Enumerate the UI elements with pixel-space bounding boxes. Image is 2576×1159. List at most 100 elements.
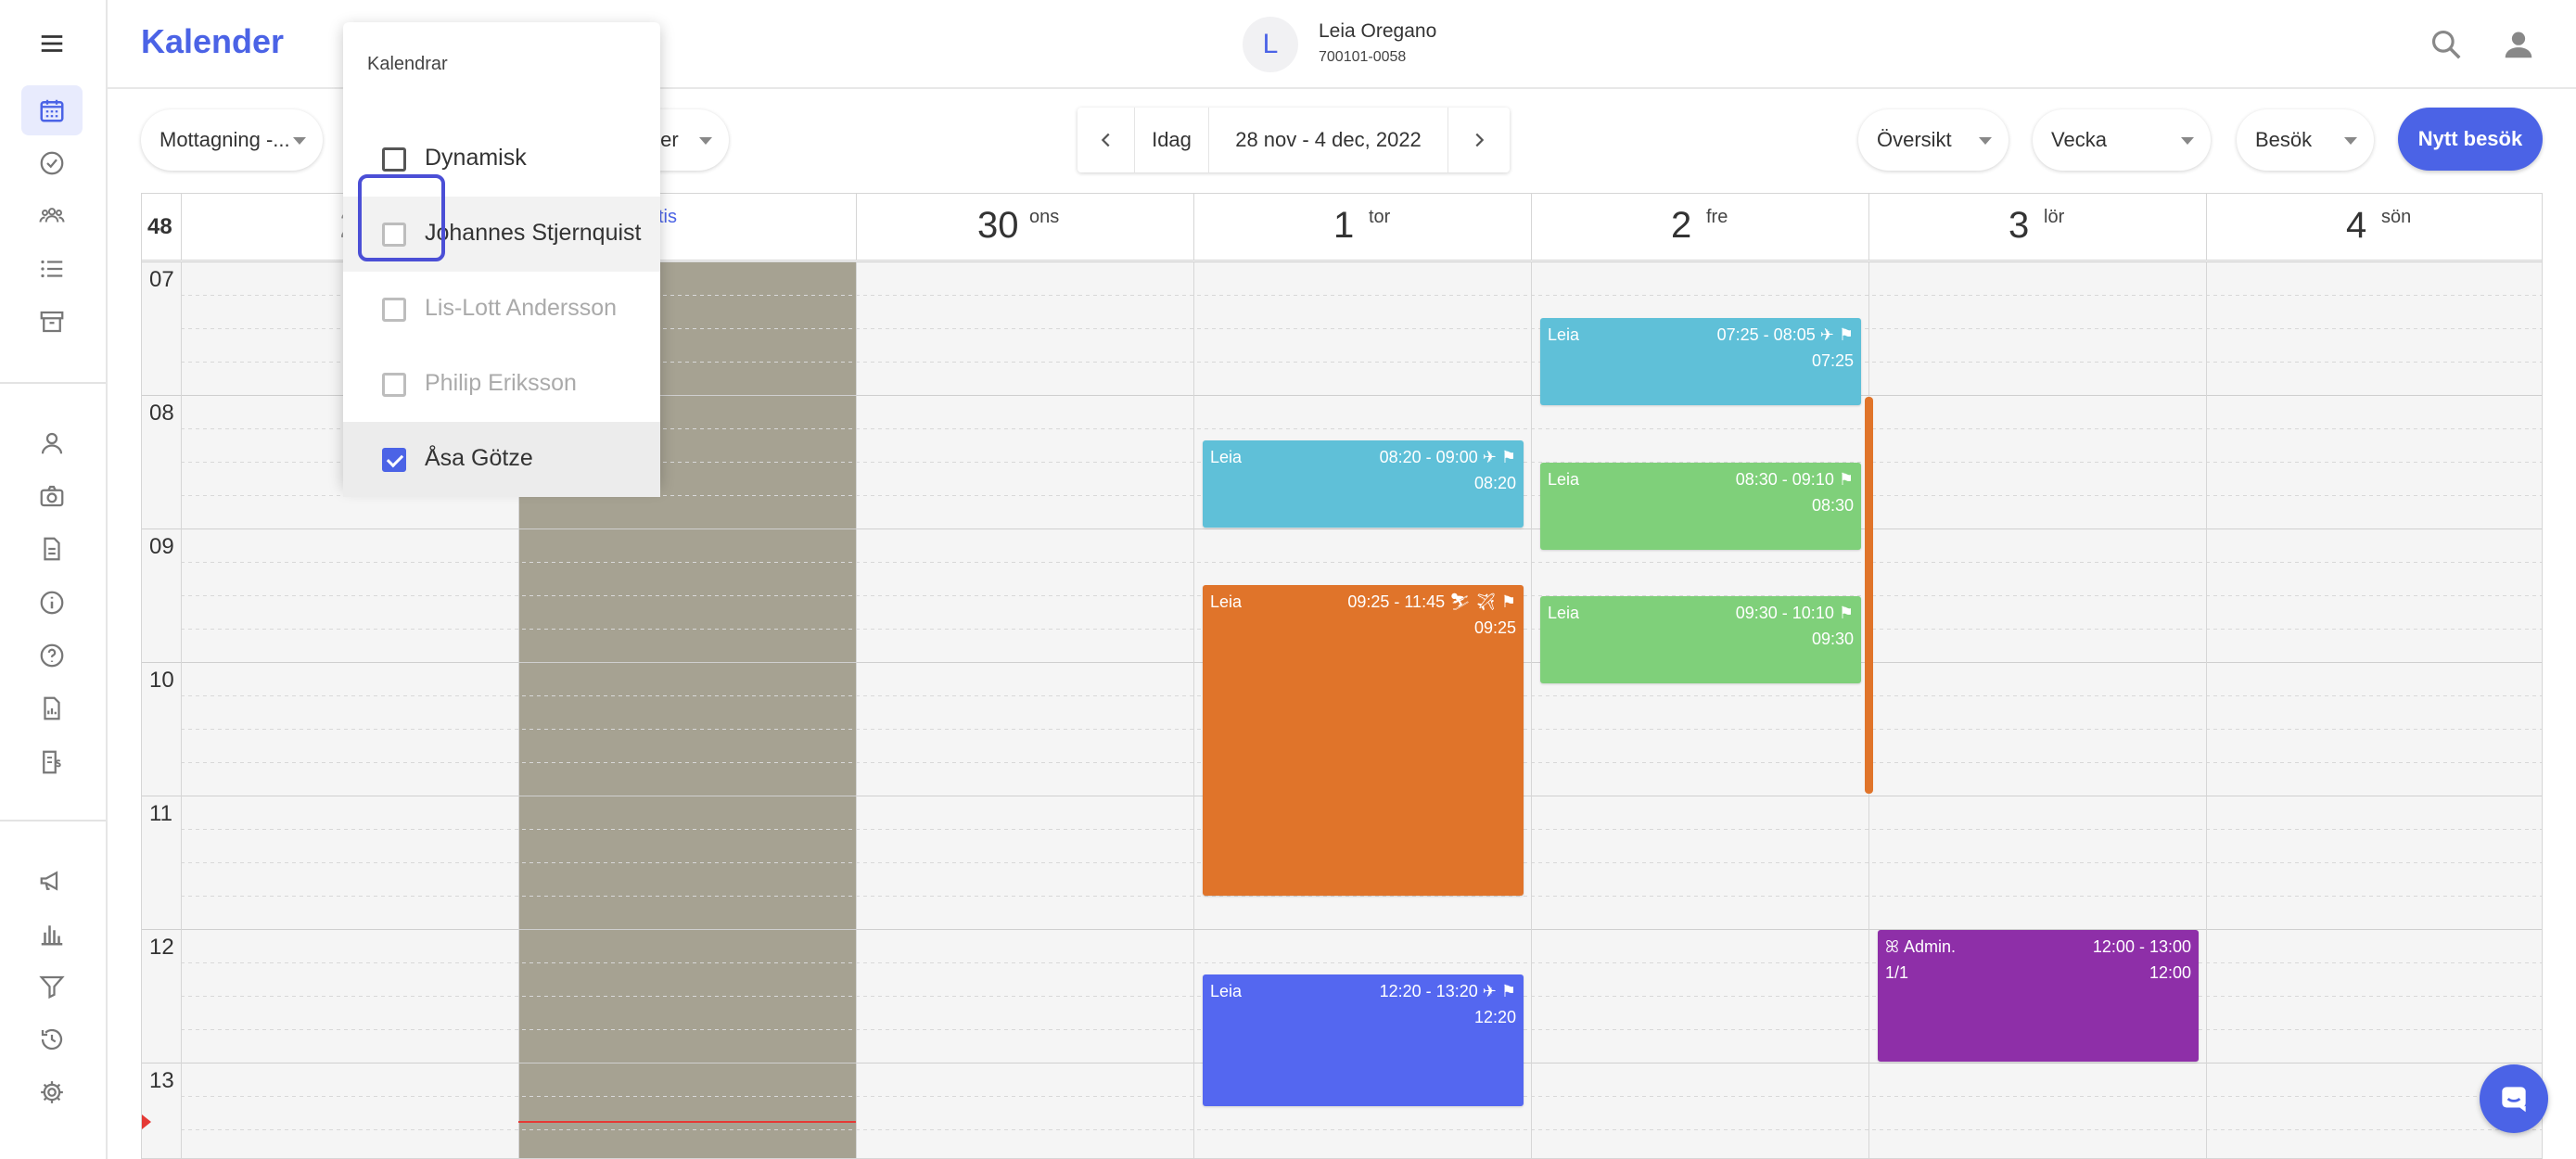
info-icon[interactable] xyxy=(32,582,72,623)
column-line xyxy=(181,261,182,1158)
event-time: 09:25 - 11:45 ⛷ ✈ ⚑ xyxy=(1347,592,1516,612)
day-header-fri[interactable]: 2 fre xyxy=(1531,194,1868,261)
admin-event[interactable]: ꕤ Admin. 12:00 - 13:00 1/1 12:00 xyxy=(1878,930,2199,1062)
event-title: Leia xyxy=(1210,592,1243,611)
search-icon[interactable] xyxy=(2426,24,2467,65)
appointment-event[interactable]: Leia 12:20 - 13:20 ✈ ⚑ 12:20 xyxy=(1203,974,1524,1106)
flag-icon: ⚑ xyxy=(1838,325,1854,344)
calendar-option-label: Åsa Götze xyxy=(425,445,533,471)
event-participants: 1/1 xyxy=(1885,963,1909,982)
day-number: 30 xyxy=(977,205,1019,246)
person-icon[interactable] xyxy=(32,423,72,464)
period-select-value: Vecka xyxy=(2051,128,2107,151)
camera-icon[interactable] xyxy=(32,476,72,516)
prev-week-button[interactable] xyxy=(1078,108,1135,172)
list-icon[interactable] xyxy=(32,248,72,289)
current-time-line xyxy=(518,1121,856,1123)
check-circle-icon[interactable] xyxy=(32,143,72,184)
bar-chart-icon[interactable] xyxy=(32,913,72,954)
patient-avatar[interactable]: L xyxy=(1243,17,1298,72)
report-icon[interactable] xyxy=(32,688,72,729)
caret-down-icon xyxy=(293,137,306,145)
quarter-line xyxy=(181,562,2542,563)
caret-down-icon xyxy=(2344,137,2357,145)
hour-label: 11 xyxy=(149,801,172,826)
menu-icon[interactable] xyxy=(32,23,72,64)
day-name: lör xyxy=(2044,207,2065,227)
appointment-event[interactable]: Leia 09:25 - 11:45 ⛷ ✈ ⚑ 09:25 xyxy=(1203,585,1524,896)
current-time-marker xyxy=(142,1114,151,1129)
event-start: 09:25 xyxy=(1473,618,1516,637)
type-select[interactable]: Besök xyxy=(2237,109,2374,171)
column-line xyxy=(2206,261,2207,1158)
caret-down-icon xyxy=(699,137,712,145)
event-start: 07:25 xyxy=(1811,351,1854,370)
flag-icon: ⚑ xyxy=(1838,604,1854,622)
calendar-option-label: Philip Eriksson xyxy=(425,370,577,396)
appointment-event[interactable]: Leia 08:20 - 09:00 ✈ ⚑ 08:20 xyxy=(1203,440,1524,528)
account-icon[interactable] xyxy=(2498,24,2539,65)
day-header-sun[interactable]: 4 sön xyxy=(2206,194,2542,261)
filter-icon[interactable] xyxy=(32,966,72,1007)
appointment-event[interactable]: Leia 07:25 - 08:05 ✈ ⚑ 07:25 xyxy=(1540,318,1861,405)
column-line xyxy=(1531,261,1532,1158)
document-icon[interactable] xyxy=(32,529,72,569)
event-start: 08:30 xyxy=(1811,496,1854,515)
day-name: fre xyxy=(1706,207,1728,227)
calendar-option-asa[interactable]: Åsa Götze xyxy=(343,422,660,497)
view-select[interactable]: Översikt xyxy=(1858,109,2009,171)
day-header-thu[interactable]: 1 tor xyxy=(1193,194,1531,261)
day-name: sön xyxy=(2381,207,2412,227)
checkbox[interactable] xyxy=(382,373,406,397)
period-select[interactable]: Vecka xyxy=(2033,109,2211,171)
sidebar-divider xyxy=(0,382,106,384)
new-visit-button[interactable]: Nytt besök xyxy=(2398,108,2543,171)
calendar-icon[interactable] xyxy=(21,85,83,135)
event-title: Leia xyxy=(1548,325,1580,344)
date-range-label[interactable]: 28 nov - 4 dec, 2022 xyxy=(1209,108,1448,172)
hour-label: 08 xyxy=(149,401,174,426)
megaphone-icon[interactable] xyxy=(32,860,72,901)
today-button[interactable]: Idag xyxy=(1135,108,1209,172)
quarter-line xyxy=(181,896,2542,897)
send-icon: ✈ xyxy=(1819,325,1834,344)
appointment-event[interactable]: Leia 08:30 - 09:10 ⚑ 08:30 xyxy=(1540,463,1861,550)
help-icon[interactable] xyxy=(32,635,72,676)
group-icon[interactable] xyxy=(32,195,72,236)
event-time-text: 07:25 - 08:05 xyxy=(1716,325,1816,344)
invoice-icon[interactable] xyxy=(32,742,72,783)
event-title: Leia xyxy=(1210,982,1243,1000)
gear-icon[interactable] xyxy=(32,1072,72,1113)
event-title: ꕤ Admin. xyxy=(1885,937,1956,957)
day-header-sat[interactable]: 3 lör xyxy=(1868,194,2206,261)
flag-icon: ⚑ xyxy=(1500,448,1516,466)
checkbox[interactable] xyxy=(382,147,406,172)
patient-id: 700101-0058 xyxy=(1319,49,1407,65)
walk-icon: ⛷ xyxy=(1449,592,1471,611)
column-line xyxy=(856,261,857,1158)
calendar-option-label: Dynamisk xyxy=(425,145,527,171)
archive-icon[interactable] xyxy=(32,301,72,342)
flag-icon: ⚑ xyxy=(1838,470,1854,489)
day-header-wed[interactable]: 30 ons xyxy=(856,194,1193,261)
appointment-event[interactable]: Leia 09:30 - 10:10 ⚑ 09:30 xyxy=(1540,596,1861,683)
day-name: tor xyxy=(1369,207,1391,227)
chevron-right-icon xyxy=(1475,133,1485,147)
hour-label: 10 xyxy=(149,668,174,693)
clinic-select[interactable]: Mottagning -... xyxy=(141,109,323,171)
event-time-text: 09:25 - 11:45 xyxy=(1347,592,1446,611)
chat-button[interactable] xyxy=(2480,1064,2548,1133)
event-time: 12:20 - 13:20 ✈ ⚑ xyxy=(1380,982,1516,1001)
event-time-text: 08:30 - 09:10 xyxy=(1735,470,1834,489)
event-start: 08:20 xyxy=(1473,474,1516,492)
calendar-option-label: Johannes Stjernquist xyxy=(425,220,642,246)
next-week-button[interactable] xyxy=(1448,108,1510,172)
history-icon[interactable] xyxy=(32,1019,72,1060)
send-icon: ✈ xyxy=(1474,592,1497,611)
calendar-option-lis-lott[interactable]: Lis-Lott Andersson xyxy=(343,272,660,347)
checkbox[interactable] xyxy=(382,448,406,472)
calendar-option-philip[interactable]: Philip Eriksson xyxy=(343,347,660,422)
day-number: 4 xyxy=(2346,205,2367,246)
checkbox[interactable] xyxy=(382,298,406,322)
send-icon: ✈ xyxy=(1482,982,1497,1000)
